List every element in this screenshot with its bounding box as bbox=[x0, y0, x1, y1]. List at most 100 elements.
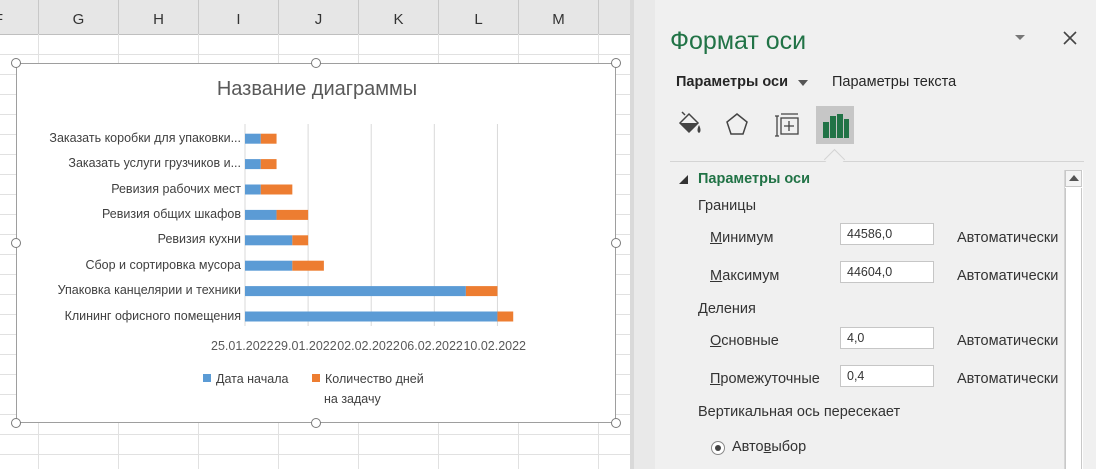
column-header-k[interactable]: K bbox=[359, 0, 439, 34]
resize-handle-right[interactable] bbox=[611, 238, 621, 248]
legend-swatch-start-date bbox=[203, 374, 211, 382]
bar-start-date[interactable] bbox=[245, 260, 293, 271]
minimum-input[interactable] bbox=[840, 223, 934, 245]
minimum-label-text: инимум bbox=[722, 230, 774, 246]
minor-unit-label-accesskey: П bbox=[710, 371, 721, 387]
spreadsheet-grid[interactable]: FGHIJKLM Название диаграммы Заказать кор… bbox=[0, 0, 630, 469]
major-unit-label-accesskey: О bbox=[710, 333, 722, 349]
bar-start-date[interactable] bbox=[245, 184, 261, 195]
tick-label: 10.02.2022 bbox=[463, 339, 526, 353]
bar-start-date[interactable] bbox=[245, 209, 277, 220]
bar-duration[interactable] bbox=[465, 286, 498, 297]
pane-scroll-up-button[interactable] bbox=[1065, 170, 1082, 187]
legend-swatch-duration bbox=[312, 374, 320, 382]
category-label: Клининг офисного помещения bbox=[64, 308, 241, 323]
category-label: Ревизия рабочих мест bbox=[111, 181, 241, 196]
collapse-triangle-icon[interactable] bbox=[679, 175, 688, 184]
maximum-input[interactable] bbox=[840, 261, 934, 283]
auto-select-label-end: ыбор bbox=[771, 439, 807, 455]
column-header-f[interactable]: F bbox=[0, 0, 39, 34]
chart-area[interactable]: Название диаграммы Заказать коробки для … bbox=[16, 63, 616, 423]
maximum-auto-button[interactable]: Автоматически bbox=[957, 268, 1058, 284]
column-header-m[interactable]: M bbox=[519, 0, 599, 34]
format-axis-pane: Формат оси Параметры оси Параметры текст… bbox=[655, 0, 1096, 469]
section-axis-options-title[interactable]: Параметры оси bbox=[698, 171, 810, 187]
pane-options-button[interactable] bbox=[1011, 28, 1029, 46]
resize-handle-bottom-left[interactable] bbox=[11, 418, 21, 428]
pane-divider bbox=[634, 0, 655, 469]
bar-start-date[interactable] bbox=[245, 286, 466, 297]
maximum-label-accesskey: М bbox=[710, 268, 723, 284]
vertical-axis-crosses-heading: Вертикальная ось пересекает bbox=[698, 404, 901, 420]
major-unit-auto-button[interactable]: Автоматически bbox=[957, 333, 1058, 349]
column-headers: FGHIJKLM bbox=[0, 0, 630, 35]
pane-scrollbar-thumb[interactable] bbox=[1065, 188, 1082, 469]
auto-select-label-start: Авто bbox=[732, 439, 764, 455]
major-unit-label-text: сновные bbox=[721, 333, 779, 349]
bar-start-date[interactable] bbox=[245, 133, 261, 144]
category-label: Заказать коробки для упаковки... bbox=[49, 130, 241, 145]
pane-title: Формат оси bbox=[670, 27, 807, 55]
maximum-label-text: аксимум bbox=[722, 268, 780, 284]
bar-duration[interactable] bbox=[497, 311, 514, 322]
effects-category-button[interactable] bbox=[718, 106, 756, 144]
tab-axis-options-dropdown-icon[interactable] bbox=[798, 80, 808, 86]
minor-unit-input[interactable] bbox=[840, 365, 934, 387]
bar-duration[interactable] bbox=[260, 159, 277, 170]
tick-label: 29.01.2022 bbox=[274, 339, 337, 353]
minor-unit-auto-button[interactable]: Автоматически bbox=[957, 371, 1058, 387]
chevron-down-icon bbox=[1015, 35, 1025, 40]
legend-item-duration[interactable]: Количество дней bbox=[312, 372, 424, 386]
tick-label: 06.02.2022 bbox=[400, 339, 463, 353]
column-header-j[interactable]: J bbox=[279, 0, 359, 34]
close-pane-button[interactable] bbox=[1060, 27, 1080, 49]
bar-start-date[interactable] bbox=[245, 159, 261, 170]
resize-handle-top[interactable] bbox=[311, 58, 321, 68]
category-label: Ревизия кухни bbox=[157, 232, 241, 247]
bar-start-date[interactable] bbox=[245, 235, 293, 246]
tab-axis-options[interactable]: Параметры оси bbox=[676, 74, 788, 90]
legend-label-duration-line2: на задачу bbox=[324, 392, 381, 406]
tick-label: 25.01.2022 bbox=[211, 339, 274, 353]
column-header-h[interactable]: H bbox=[119, 0, 199, 34]
fill-line-category-button[interactable] bbox=[670, 106, 708, 144]
minimum-auto-button[interactable]: Автоматически bbox=[957, 230, 1058, 246]
grid-row-line bbox=[0, 54, 630, 55]
grid-row-line bbox=[0, 454, 630, 455]
bar-duration[interactable] bbox=[292, 235, 309, 246]
auto-select-label[interactable]: Автовыбор bbox=[732, 439, 806, 455]
resize-handle-bottom[interactable] bbox=[311, 418, 321, 428]
column-header-i[interactable]: I bbox=[199, 0, 279, 34]
category-label: Упаковка канцелярии и техники bbox=[57, 283, 241, 298]
major-unit-input[interactable] bbox=[840, 327, 934, 349]
category-label: Заказать услуги грузчиков и... bbox=[68, 156, 241, 171]
minor-unit-label: Промежуточные bbox=[710, 371, 820, 387]
legend-item-start-date[interactable]: Дата начала bbox=[203, 372, 288, 386]
minor-unit-label-text: ромежуточные bbox=[720, 371, 820, 387]
minimum-label-accesskey: М bbox=[710, 230, 723, 246]
bar-duration[interactable] bbox=[292, 260, 324, 271]
selected-category-notch bbox=[823, 148, 846, 171]
resize-handle-left[interactable] bbox=[11, 238, 21, 248]
size-properties-category-button[interactable] bbox=[768, 106, 806, 144]
resize-handle-top-left[interactable] bbox=[11, 58, 21, 68]
tab-text-options[interactable]: Параметры текста bbox=[832, 74, 956, 90]
size-properties-icon bbox=[775, 113, 799, 137]
axis-options-category-button[interactable] bbox=[816, 106, 854, 144]
bar-chart-icon bbox=[823, 114, 849, 138]
bar-duration[interactable] bbox=[276, 209, 309, 220]
auto-select-radio[interactable] bbox=[711, 441, 725, 455]
bar-duration[interactable] bbox=[260, 133, 277, 144]
category-separator bbox=[670, 161, 1084, 162]
chart-plot[interactable] bbox=[17, 64, 617, 424]
column-header-l[interactable]: L bbox=[439, 0, 519, 34]
resize-handle-top-right[interactable] bbox=[611, 58, 621, 68]
column-header-g[interactable]: G bbox=[39, 0, 119, 34]
units-heading: Деления bbox=[698, 301, 756, 317]
bar-duration[interactable] bbox=[260, 184, 293, 195]
bar-start-date[interactable] bbox=[245, 311, 498, 322]
category-label: Сбор и сортировка мусора bbox=[85, 257, 241, 272]
pentagon-icon bbox=[726, 113, 748, 135]
resize-handle-bottom-right[interactable] bbox=[611, 418, 621, 428]
minimum-label: Минимум bbox=[710, 230, 774, 246]
